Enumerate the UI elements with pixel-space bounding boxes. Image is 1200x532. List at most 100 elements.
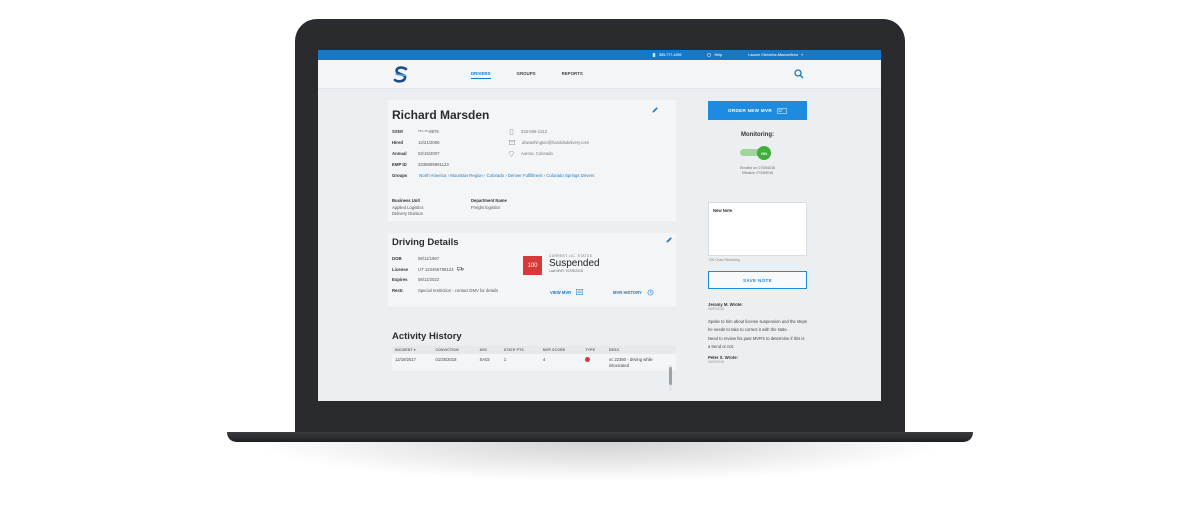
hired-label: Hired <box>392 140 403 145</box>
business-unit-line: Delivery Division <box>392 211 423 216</box>
email-icon <box>509 140 515 145</box>
restrictions-label: Restr. <box>392 288 404 293</box>
truck-icon <box>456 266 464 271</box>
effective-date: Effective: 07/09/2018 <box>742 171 773 175</box>
dob-value: 08/11/1967 <box>418 256 440 261</box>
monitoring-dates: Enrolled on: 07/09/2018 Effective: 07/09… <box>708 166 807 176</box>
license-status: CURRENT LIC. STATUS Suspended Last MVR: … <box>549 254 600 273</box>
cell-conviction: 01/25/2018 <box>435 357 457 362</box>
support-phone-text: 555-777-1000 <box>659 53 682 57</box>
search-icon[interactable] <box>794 69 804 79</box>
col-mvr-score: MVR SCORE <box>539 346 583 354</box>
mvr-history-link[interactable]: MVR HISTORY <box>613 289 654 296</box>
help-link[interactable]: Help <box>707 53 722 57</box>
contact-info: 333-555-1212 abwashington@haroldsdeliver… <box>509 126 589 159</box>
group-link[interactable]: North America <box>419 173 446 178</box>
document-icon <box>576 289 584 295</box>
table-scrollbar-thumb[interactable] <box>669 367 672 385</box>
last-mvr: Last MVR: 07/09/2018 <box>549 269 583 273</box>
table-scrollbar[interactable] <box>669 365 672 391</box>
contact-email[interactable]: abwashington@haroldsdelivery.com <box>522 137 589 148</box>
nav-links: DRIVERS GROUPS REPORTS <box>471 71 583 79</box>
group-link[interactable]: Colorado Springs Drivers <box>546 173 594 178</box>
view-mvr-text: VIEW MVR <box>550 289 572 295</box>
user-name: Lauren Christine-Manwelleen <box>748 53 799 57</box>
activity-table: INCIDENT ▾ CONVICTION AVD STATE PTS MVR … <box>392 346 676 371</box>
cell-state-pts: 1 <box>503 357 507 362</box>
driving-details-title: Driving Details <box>392 237 459 248</box>
monitoring-toggle[interactable]: ON <box>740 146 774 160</box>
annual-label: Annual <box>392 151 407 156</box>
laptop-shadow <box>250 442 950 482</box>
notes-list: Jeramy M. Wrote: 06/09/2018 Spoke to him… <box>708 302 807 365</box>
user-menu[interactable]: Lauren Christine-Manwelleen ▾ <box>748 53 803 57</box>
note-body: Spoke to him about license suspension an… <box>708 319 807 332</box>
col-conviction: CONVICTION <box>432 346 477 354</box>
restrictions: Restr. Special restriction - contact DMV … <box>392 288 508 294</box>
nav-groups[interactable]: GROUPS <box>517 71 536 79</box>
alert-icon <box>585 357 591 362</box>
group-link[interactable]: Denver Fulfillment <box>508 173 543 178</box>
license-label: License <box>392 266 409 272</box>
monitoring-label: Monitoring: <box>741 132 774 138</box>
contact-location: Aurora, Colorado <box>521 151 553 156</box>
restrictions-value: Special restriction - contact DMV for de… <box>418 288 499 293</box>
cell-desc: vc 22350 - driving while intoxicated <box>609 357 653 368</box>
dob-label: DOB <box>392 256 402 261</box>
order-new-mvr-text: ORDER NEW MVR <box>728 108 772 113</box>
expires-label: Expires <box>392 277 408 282</box>
phone-icon <box>652 53 656 57</box>
col-desc: DESC. <box>606 346 676 354</box>
cell-incident: 12/19/2017 <box>395 357 416 362</box>
top-bar: 555-777-1000 Help Lauren Christine-Manwe… <box>318 50 881 60</box>
group-link[interactable]: Mountain Region <box>450 173 483 178</box>
help-icon <box>707 53 712 57</box>
business-unit: Business Unit Applied Logistics Delivery… <box>392 198 423 218</box>
annual-value: 02/15/2007 <box>418 151 440 156</box>
cell-type <box>582 354 606 371</box>
expires-value: 08/11/2022 <box>418 277 440 282</box>
groups-label: Groups <box>392 173 408 178</box>
new-note-textarea[interactable]: New Note <box>708 202 807 256</box>
department-value: Freight logistics <box>471 204 501 210</box>
new-note-label: New Note <box>713 208 733 213</box>
nav-drivers[interactable]: DRIVERS <box>471 71 491 79</box>
emp-id-value: 3338889991123 <box>418 162 449 167</box>
main-nav: DRIVERS GROUPS REPORTS <box>318 60 881 89</box>
company-logo <box>393 66 408 83</box>
contact-phone: 333-555-1212 <box>521 129 548 134</box>
edit-profile-icon[interactable] <box>651 106 659 114</box>
support-phone[interactable]: 555-777-1000 <box>652 53 681 57</box>
history-icon <box>647 289 654 296</box>
col-type: TYPE <box>582 346 606 354</box>
note-body: Need to review his past MVR's to determi… <box>708 336 805 349</box>
emp-id-label: EMP ID <box>392 162 407 167</box>
toggle-knob: ON <box>757 146 771 160</box>
mvr-history-text: MVR HISTORY <box>613 290 642 295</box>
help-text: Help <box>714 53 723 57</box>
location-pin-icon <box>509 150 514 157</box>
ssn-value: ***-**-8975 <box>418 129 439 134</box>
order-new-mvr-button[interactable]: ORDER NEW MVR <box>708 101 807 120</box>
activity-history-title: Activity History <box>392 331 462 342</box>
note-chars-remaining: 200 Chars Remaining <box>709 258 740 262</box>
mobile-icon <box>509 128 514 135</box>
note-date: 06/09/2018 <box>708 307 724 311</box>
group-link[interactable]: Colorado <box>487 173 504 178</box>
col-state-pts: STATE PTS <box>500 346 540 354</box>
view-mvr-link[interactable]: VIEW MVR <box>550 289 584 295</box>
save-note-button[interactable]: SAVE NOTE <box>708 271 807 289</box>
department: Department Name Freight logistics <box>471 198 507 211</box>
card-icon <box>776 107 787 114</box>
edit-driving-icon[interactable] <box>665 236 673 244</box>
hired-value: 12/21/2006 <box>418 140 440 145</box>
table-header-row: INCIDENT ▾ CONVICTION AVD STATE PTS MVR … <box>392 346 676 354</box>
nav-reports[interactable]: REPORTS <box>562 71 583 79</box>
mvr-score-badge: 100 <box>523 256 542 275</box>
col-incident[interactable]: INCIDENT ▾ <box>392 346 433 354</box>
app-screen: 555-777-1000 Help Lauren Christine-Manwe… <box>318 50 881 401</box>
sort-down-icon: ▾ <box>413 348 416 352</box>
ssn-label: SSN# <box>392 129 404 134</box>
table-row[interactable]: 12/19/2017 01/25/2018 SA02 1 4 vc 22350 … <box>392 354 676 371</box>
chevron-down-icon: ▾ <box>801 53 803 57</box>
